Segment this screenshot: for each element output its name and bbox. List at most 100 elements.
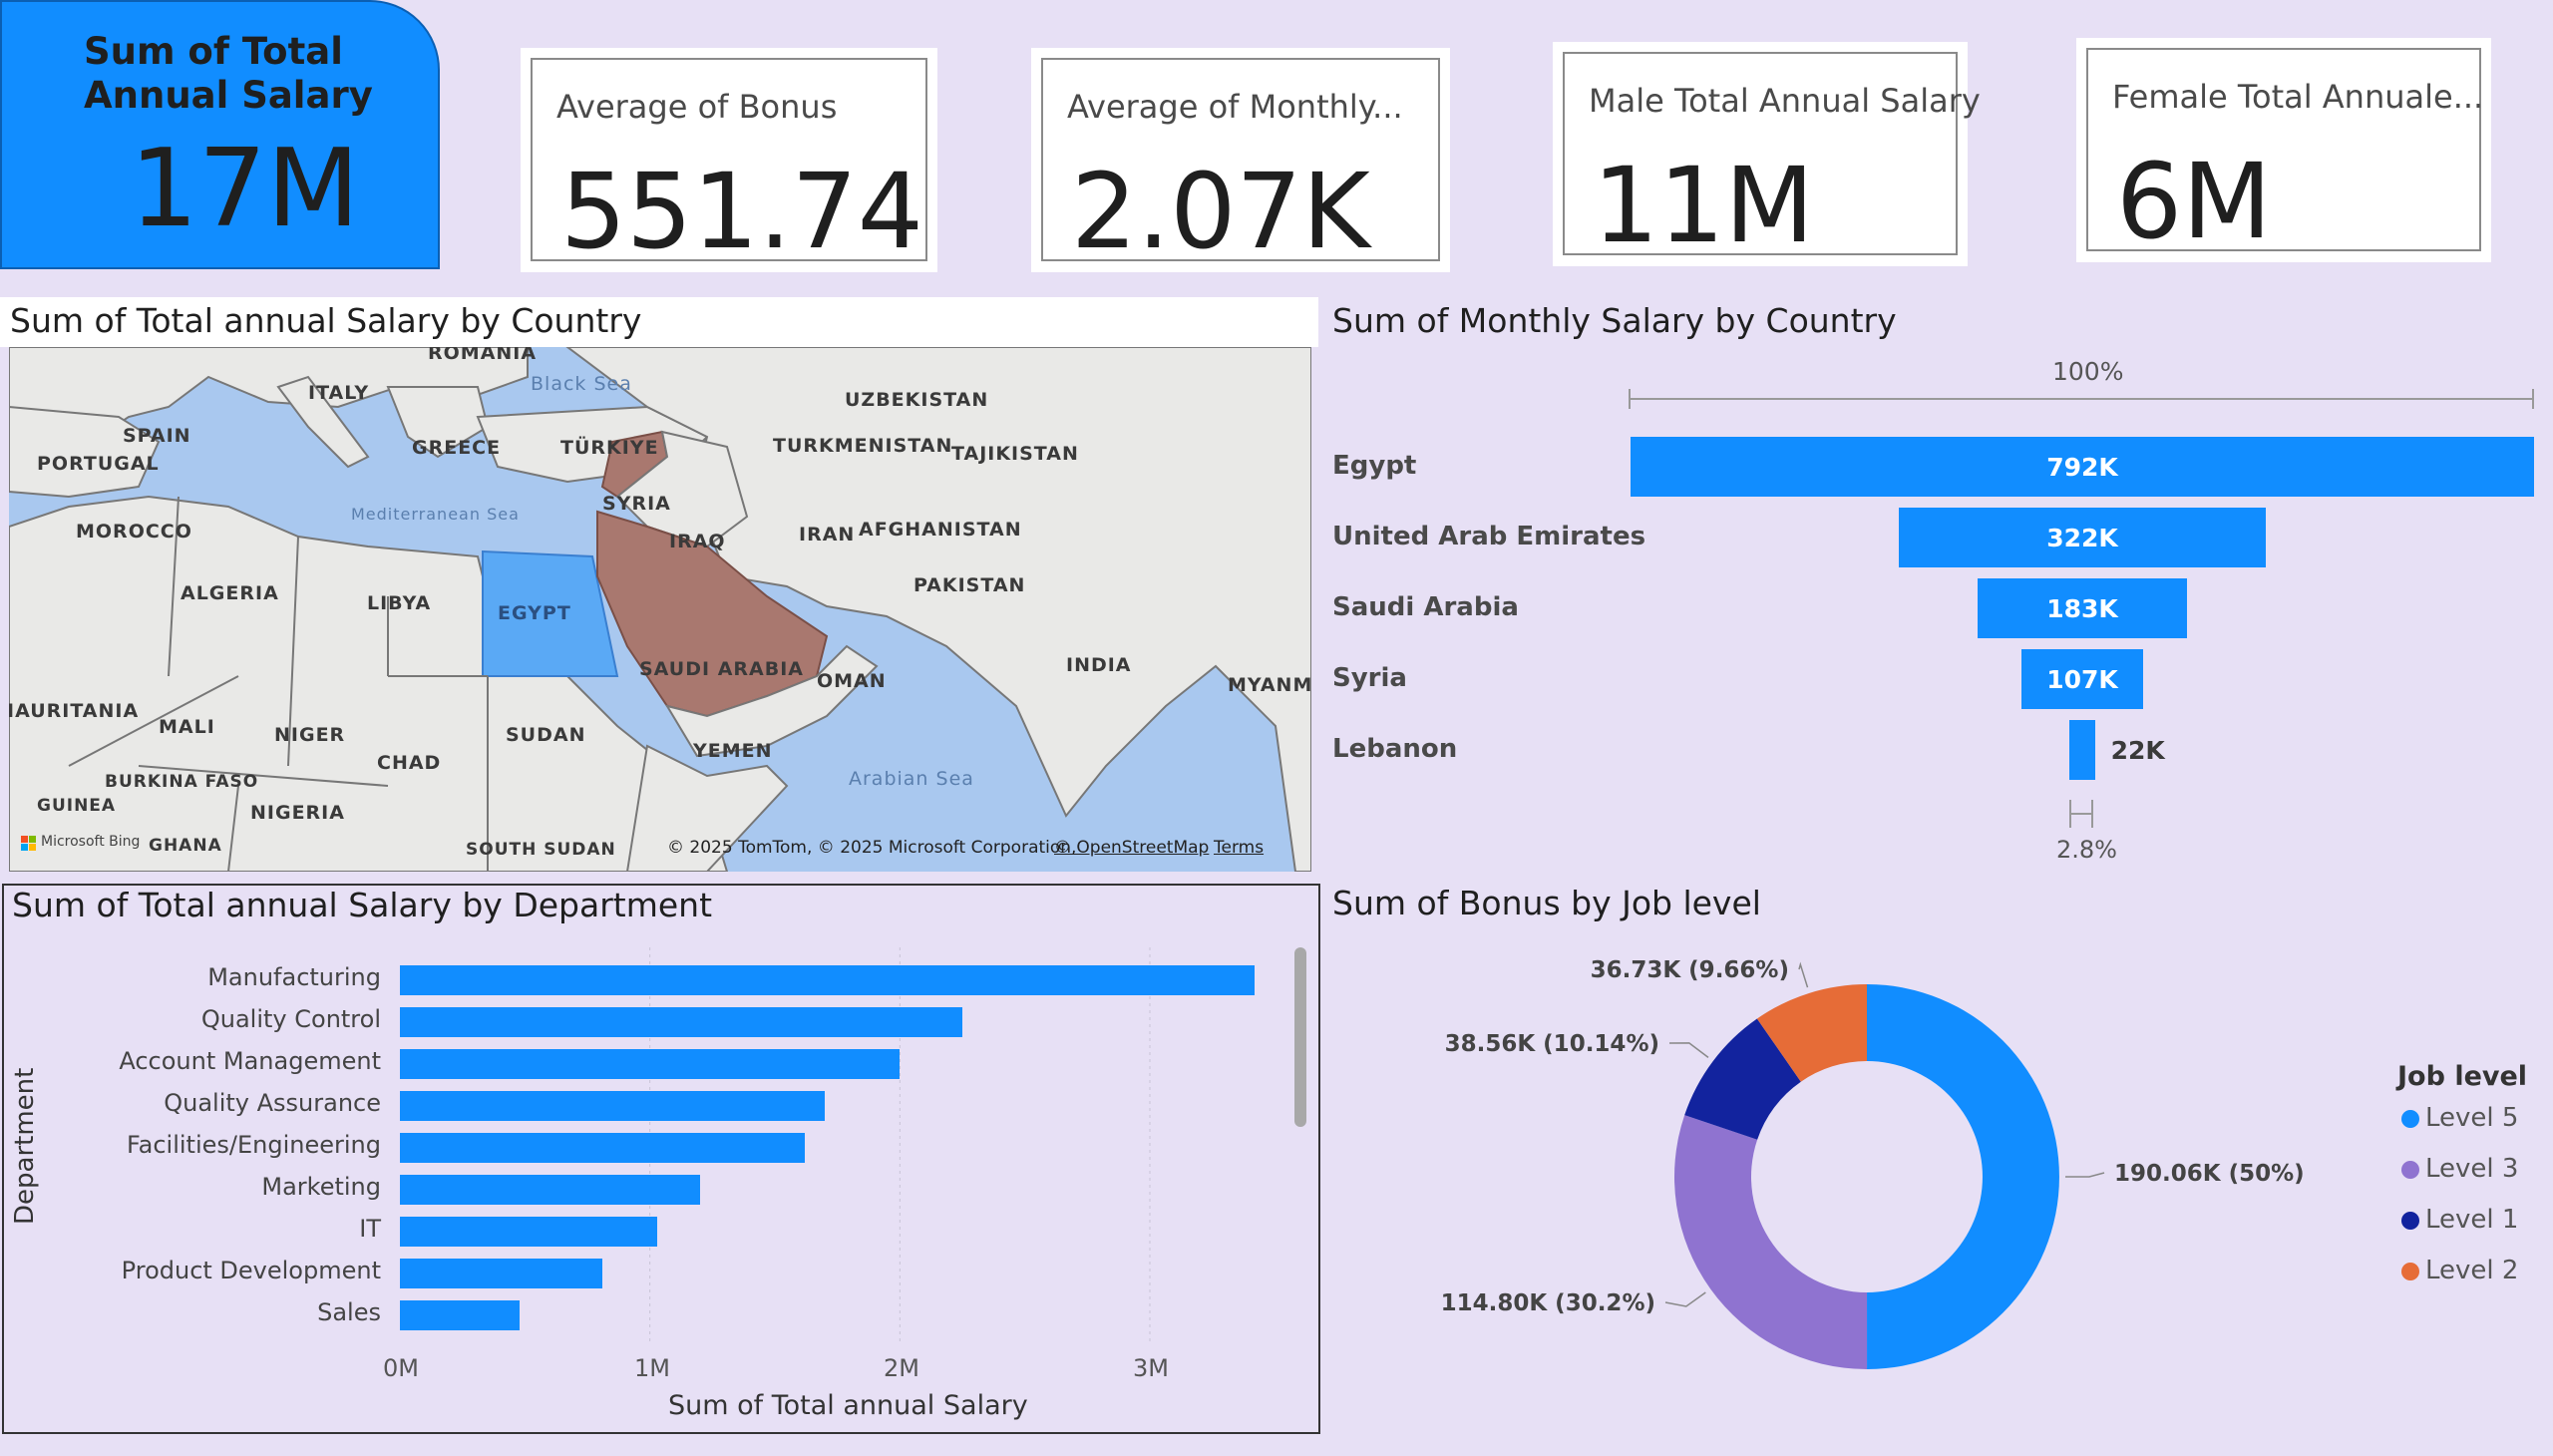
department-xlabel: Sum of Total annual Salary xyxy=(668,1390,1028,1421)
kpi-avg-monthly-card: Average of Monthly... 2.07K xyxy=(1031,48,1450,272)
map-label-chad: CHAD xyxy=(377,752,442,774)
country-map[interactable]: ROMANIA Black Sea ITALY UZBEKISTAN SPAIN… xyxy=(9,347,1311,872)
kpi-title: Sum of Total Annual Salary xyxy=(84,30,373,117)
department-category-label: Facilities/Engineering xyxy=(127,1131,381,1159)
map-label-black-sea: Black Sea xyxy=(531,373,632,395)
donut-legend-item[interactable]: Level 5 xyxy=(2401,1103,2518,1133)
department-tick-1: 1M xyxy=(634,1354,670,1382)
legend-label: Level 5 xyxy=(2425,1103,2519,1133)
funnel-category-label: Egypt xyxy=(1332,451,1417,481)
funnel-title: Sum of Monthly Salary by Country xyxy=(1332,301,1897,340)
legend-dot-icon xyxy=(2401,1212,2419,1230)
map-label-algeria: ALGERIA xyxy=(181,582,279,604)
kpi-inner: Average of Bonus 551.74 xyxy=(531,58,927,271)
donut-legend-item[interactable]: Level 2 xyxy=(2401,1256,2518,1285)
donut-data-label: 114.80K (30.2%) xyxy=(1441,1290,1655,1316)
funnel-value-label: 183K xyxy=(2046,594,2118,623)
funnel-category-label: Lebanon xyxy=(1332,734,1458,764)
map-label-saudi-arabia: SAUDI ARABIA xyxy=(639,658,804,680)
department-tick-0: 0M xyxy=(383,1354,419,1382)
donut-slice[interactable] xyxy=(1867,984,2059,1369)
department-category-label: Product Development xyxy=(121,1257,381,1284)
donut-chart: 190.06K (50%) 114.80K (30.2%) 38.56K (10.1… xyxy=(1441,957,2305,1369)
kpi-female-total-card: Female Total Annuale... 6M xyxy=(2076,38,2491,262)
department-bar[interactable] xyxy=(400,1049,901,1079)
legend-label: Level 2 xyxy=(2425,1256,2519,1285)
department-bar[interactable] xyxy=(400,965,1256,995)
donut-legend-item[interactable]: Level 1 xyxy=(2401,1205,2518,1235)
funnel-value-label: 792K xyxy=(2046,453,2118,482)
map-label-yemen: YEMEN xyxy=(693,740,773,762)
map-label-india: INDIA xyxy=(1066,654,1132,676)
funnel-bottom-pct: 2.8% xyxy=(2056,836,2117,864)
map-label-turkmenistan: TURKMENISTAN xyxy=(773,435,953,457)
department-category-label: Sales xyxy=(317,1298,381,1326)
funnel-bottom-bracket xyxy=(2069,800,2093,828)
map-label-mali: MALI xyxy=(159,716,215,738)
map-credit: © 2025 TomTom, © 2025 Microsoft Corporat… xyxy=(667,838,1077,858)
department-scrollbar[interactable] xyxy=(1294,947,1306,1127)
map-label-nigeria: NIGERIA xyxy=(250,802,345,824)
funnel-category-label: United Arab Emirates xyxy=(1332,522,1646,551)
donut-leader-line xyxy=(2064,1172,2105,1178)
map-label-myanmar: MYANM xyxy=(1228,674,1311,696)
funnel-scale-line xyxy=(1629,389,2534,409)
map-label-niger: NIGER xyxy=(274,724,346,746)
map-label-italy: ITALY xyxy=(308,382,370,404)
donut-data-label: 38.56K (10.14%) xyxy=(1445,1031,1659,1057)
department-bar[interactable] xyxy=(400,1300,521,1330)
department-title: Sum of Total annual Salary by Department xyxy=(12,886,713,924)
department-bar[interactable] xyxy=(400,1007,962,1037)
department-bar[interactable] xyxy=(400,1091,826,1121)
funnel-category-label: Syria xyxy=(1332,663,1407,693)
donut-leader-line xyxy=(1664,1291,1706,1307)
department-bar[interactable] xyxy=(400,1217,658,1247)
map-label-uzbekistan: UZBEKISTAN xyxy=(845,389,989,411)
map-label-south-sudan: SOUTH SUDAN xyxy=(466,840,616,860)
donut-slice[interactable] xyxy=(1674,1115,1868,1369)
donut-title: Sum of Bonus by Job level xyxy=(1332,884,1761,922)
department-category-label: IT xyxy=(359,1215,381,1243)
legend-dot-icon xyxy=(2401,1161,2419,1179)
department-bar[interactable] xyxy=(400,1133,806,1163)
kpi-value: 17M xyxy=(130,127,360,251)
kpi-title: Male Total Annual Salary xyxy=(1589,82,1981,120)
legend-label: Level 3 xyxy=(2425,1154,2519,1184)
map-label-burkina-faso: BURKINA FASO xyxy=(105,772,259,792)
donut-legend-item[interactable]: Level 3 xyxy=(2401,1154,2518,1184)
legend-label: Level 1 xyxy=(2425,1205,2519,1235)
map-label-egypt: EGYPT xyxy=(498,602,571,624)
map-label-iraq: IRAQ xyxy=(669,531,726,552)
map-label-guinea: GUINEA xyxy=(37,796,117,816)
map-label-oman: OMAN xyxy=(817,670,887,692)
donut-legend-title: Job level xyxy=(2397,1061,2528,1092)
kpi-title: Average of Monthly... xyxy=(1067,88,1403,126)
map-title: Sum of Total annual Salary by Country xyxy=(10,301,642,340)
map-label-iran: IRAN xyxy=(799,524,856,546)
department-category-label: Manufacturing xyxy=(207,963,381,991)
department-category-label: Account Management xyxy=(119,1047,381,1075)
department-category-label: Quality Assurance xyxy=(164,1089,381,1117)
map-label-pakistan: PAKISTAN xyxy=(913,574,1026,596)
department-bar[interactable] xyxy=(400,1175,700,1205)
donut-data-label: 36.73K (9.66%) xyxy=(1591,957,1789,983)
department-category-label: Quality Control xyxy=(200,1005,381,1033)
map-label-arabian-sea: Arabian Sea xyxy=(849,768,974,790)
funnel-bar[interactable] xyxy=(2069,720,2095,780)
map-label-med-sea: Mediterranean Sea xyxy=(351,505,520,524)
legend-dot-icon xyxy=(2401,1110,2419,1128)
kpi-title: Average of Bonus xyxy=(556,88,838,126)
map-label-mauritania: IAURITANIA xyxy=(9,700,140,722)
map-label-morocco: MOROCCO xyxy=(76,521,192,543)
funnel-category-label: Saudi Arabia xyxy=(1332,592,1519,622)
map-brand: Microsoft Bing xyxy=(41,834,141,850)
donut-leader-line xyxy=(1668,1042,1709,1058)
map-credit-link[interactable]: © OpenStreetMap xyxy=(1054,838,1209,858)
funnel-value-label: 322K xyxy=(2046,524,2118,552)
map-terms-link[interactable]: Terms xyxy=(1214,838,1264,858)
map-label-ghana: GHANA xyxy=(149,836,222,856)
map-label-romania: ROMANIA xyxy=(428,347,538,364)
donut-data-label: 190.06K (50%) xyxy=(2114,1161,2305,1187)
map-label-sudan: SUDAN xyxy=(506,724,586,746)
department-bar[interactable] xyxy=(400,1259,603,1288)
